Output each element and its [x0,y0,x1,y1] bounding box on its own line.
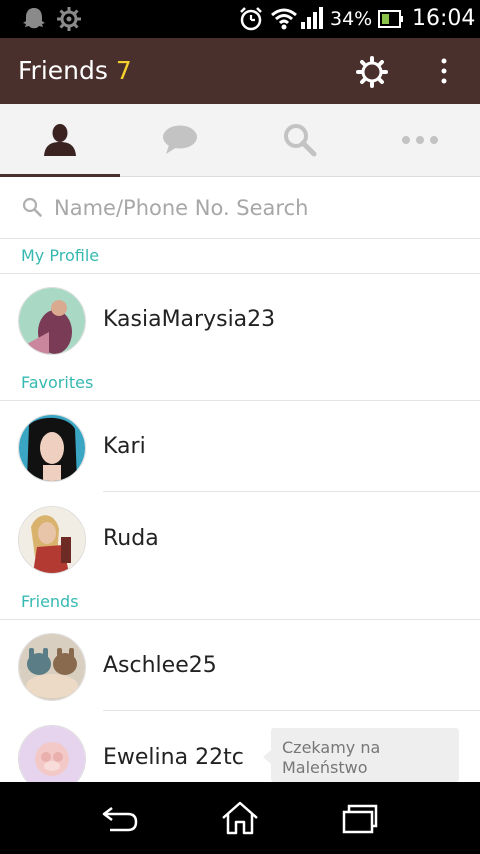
tab-find[interactable] [240,104,360,176]
list-item[interactable]: Ruda [0,493,480,584]
settings-notification-icon [57,7,81,31]
recent-apps-icon[interactable] [340,800,380,836]
friend-name: Aschlee25 [103,653,217,678]
list-item[interactable]: Aschlee25 [0,620,480,711]
friend-search-bar [0,177,480,239]
section-header-friends: Friends [0,585,480,620]
search-icon [284,124,317,157]
chat-bubble-icon [163,125,197,154]
alarm-icon [240,7,262,31]
status-bar: 34% 16:04 [0,0,480,38]
page-title-label: Friends [18,56,108,85]
wifi-icon [271,8,297,30]
tab-chats[interactable] [120,104,240,176]
overflow-menu-icon[interactable] [430,56,458,86]
friend-name: Kari [103,434,146,459]
avatar [18,506,86,574]
status-message: Czekamy na Maleństwo [282,738,381,777]
section-header-my-profile: My Profile [0,239,480,274]
list-item[interactable]: Kari [0,401,480,492]
divider [103,710,480,711]
back-icon[interactable] [100,800,140,836]
battery-icon [378,10,403,28]
avatar [18,633,86,701]
search-icon [22,197,42,217]
tab-more[interactable] [360,104,480,176]
app-bar: Friends 7 [0,38,480,104]
ghost-notification-icon [23,8,45,29]
page-title: Friends 7 [18,56,132,85]
section-header-favorites: Favorites [0,366,480,401]
friend-name: Ewelina 22tc [103,745,244,770]
profile-name: KasiaMarysia23 [103,307,276,332]
tab-bar [0,104,480,177]
person-icon [44,124,76,156]
signal-icon [301,7,323,29]
divider [103,491,480,492]
battery-percent: 34% [330,8,373,30]
system-nav-bar [0,782,480,854]
home-icon[interactable] [220,800,260,836]
tab-friends[interactable] [0,104,120,177]
section-label: My Profile [21,246,100,265]
profile-row[interactable]: KasiaMarysia23 [0,274,480,365]
avatar [18,414,86,482]
friend-name: Ruda [103,526,159,551]
section-label: Favorites [21,373,94,392]
settings-gear-icon[interactable] [355,55,389,89]
search-input[interactable] [52,189,456,227]
avatar [18,287,86,355]
more-dots-icon [402,136,438,144]
clock: 16:04 [412,6,476,31]
section-label: Friends [21,592,79,611]
friends-count: 7 [115,56,132,85]
status-message-bubble: Czekamy na Maleństwo [263,728,459,782]
